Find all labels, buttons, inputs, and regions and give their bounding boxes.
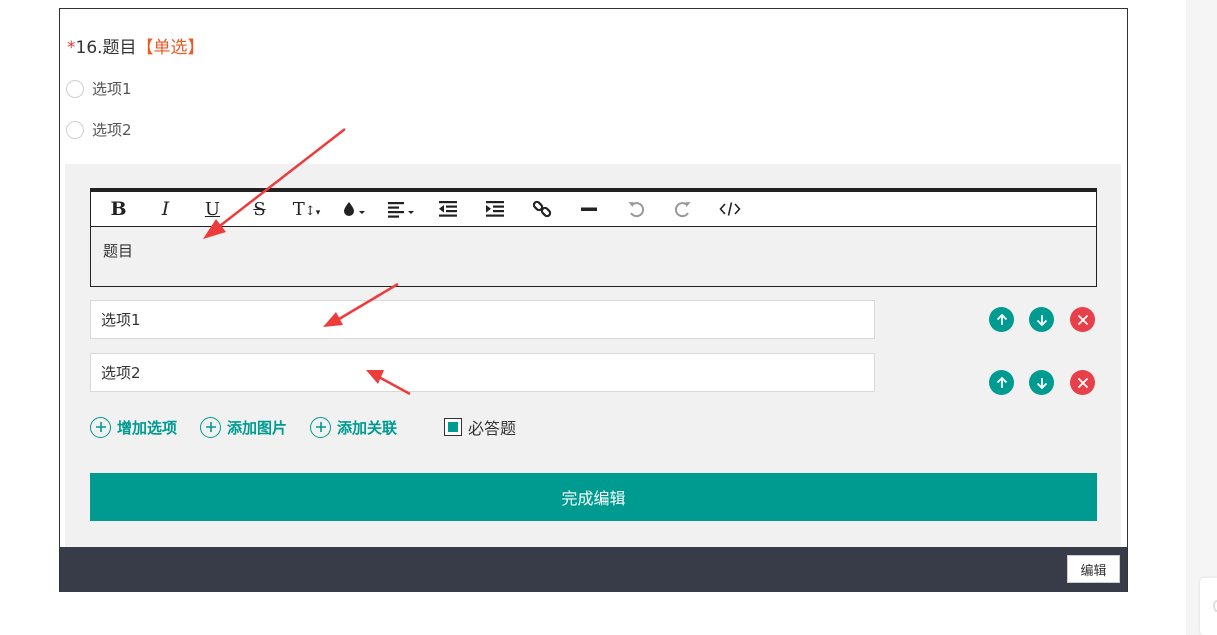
plus-circle-icon xyxy=(200,416,222,438)
required-checkbox[interactable]: 必答题 xyxy=(444,415,516,439)
code-icon xyxy=(718,202,741,216)
option-2-input[interactable] xyxy=(90,353,875,392)
preview-option-1[interactable]: 选项1 xyxy=(66,78,132,99)
delete-option-button[interactable] xyxy=(1070,370,1095,395)
close-icon xyxy=(1077,314,1088,325)
redo-icon xyxy=(674,202,690,218)
tab-icon xyxy=(1213,600,1217,612)
edit-button[interactable]: 编辑 xyxy=(1067,555,1120,583)
add-relation-label: 添加关联 xyxy=(337,418,398,437)
finish-editing-button[interactable]: 完成编辑 xyxy=(90,473,1097,521)
option-1-input[interactable] xyxy=(90,300,875,339)
align-left-icon xyxy=(387,202,414,218)
indent-button[interactable] xyxy=(471,194,518,224)
undo-icon xyxy=(628,202,644,218)
preview-option-label: 选项1 xyxy=(92,80,132,98)
radio-button[interactable] xyxy=(66,79,84,98)
horizontal-rule-icon xyxy=(580,207,597,211)
add-option-label: 增加选项 xyxy=(117,418,178,437)
radio-button[interactable] xyxy=(66,120,84,139)
font-size-button[interactable]: T↕▾ xyxy=(283,194,330,224)
question-card: *16.题目【单选】 选项1 选项2 B I U S T↕▾ 题目 选项1 选项… xyxy=(59,8,1128,592)
link-button[interactable] xyxy=(518,194,565,224)
move-down-button[interactable] xyxy=(1029,370,1054,395)
strikethrough-icon: S xyxy=(253,198,266,220)
required-label: 必答题 xyxy=(468,419,517,438)
bold-button[interactable]: B xyxy=(95,194,142,224)
checkbox-checked-icon xyxy=(444,418,463,436)
horizontal-rule-button[interactable] xyxy=(565,194,612,224)
outdent-icon xyxy=(438,201,457,217)
move-up-button[interactable] xyxy=(989,307,1014,332)
bold-icon: B xyxy=(110,198,127,220)
move-up-button[interactable] xyxy=(989,370,1014,395)
right-sidebar xyxy=(1186,0,1217,635)
arrow-up-icon xyxy=(996,376,1007,388)
preview-option-label: 选项2 xyxy=(92,121,132,139)
link-icon xyxy=(532,200,551,218)
plus-circle-icon xyxy=(310,416,332,438)
preview-option-2[interactable]: 选项2 xyxy=(66,119,132,140)
droplet-icon xyxy=(343,202,365,216)
italic-icon: I xyxy=(161,198,170,220)
source-code-button[interactable] xyxy=(706,194,753,224)
rich-text-editor: B I U S T↕▾ 题目 xyxy=(90,188,1097,287)
underline-button[interactable]: U xyxy=(189,194,236,224)
required-mark: * xyxy=(67,38,76,58)
close-icon xyxy=(1077,377,1088,388)
font-color-button[interactable] xyxy=(330,194,377,224)
align-button[interactable] xyxy=(377,194,424,224)
move-down-button[interactable] xyxy=(1029,307,1054,332)
undo-button[interactable] xyxy=(612,194,659,224)
redo-button[interactable] xyxy=(659,194,706,224)
question-type-tag: 【单选】 xyxy=(136,38,205,58)
question-editor: B I U S T↕▾ 题目 选项1 选项2 增加选项 添加图片 添加关联 必答… xyxy=(65,164,1121,548)
outdent-button[interactable] xyxy=(424,194,471,224)
italic-button[interactable]: I xyxy=(142,194,189,224)
editor-toolbar: B I U S T↕▾ xyxy=(91,192,1096,227)
add-option-button[interactable]: 增加选项 xyxy=(90,416,178,438)
strikethrough-button[interactable]: S xyxy=(236,194,283,224)
arrow-down-icon xyxy=(1036,314,1047,326)
editor-content[interactable]: 题目 xyxy=(91,227,1096,274)
plus-circle-icon xyxy=(90,416,111,438)
editor-actions: 增加选项 添加图片 添加关联 必答题 xyxy=(90,415,516,439)
question-number-title: 16.题目 xyxy=(75,38,137,58)
font-size-icon: T↕▾ xyxy=(292,198,321,220)
question-title: *16.题目【单选】 xyxy=(67,33,205,58)
delete-option-button[interactable] xyxy=(1070,307,1095,332)
arrow-down-icon xyxy=(1036,377,1047,389)
arrow-up-icon xyxy=(996,313,1007,325)
add-image-button[interactable]: 添加图片 xyxy=(200,416,288,438)
add-relation-button[interactable]: 添加关联 xyxy=(310,416,398,438)
indent-icon xyxy=(485,201,504,217)
card-footer: 编辑 xyxy=(60,547,1127,592)
underline-icon: U xyxy=(204,198,221,220)
add-image-label: 添加图片 xyxy=(227,418,288,437)
sidebar-tab[interactable] xyxy=(1200,578,1217,635)
